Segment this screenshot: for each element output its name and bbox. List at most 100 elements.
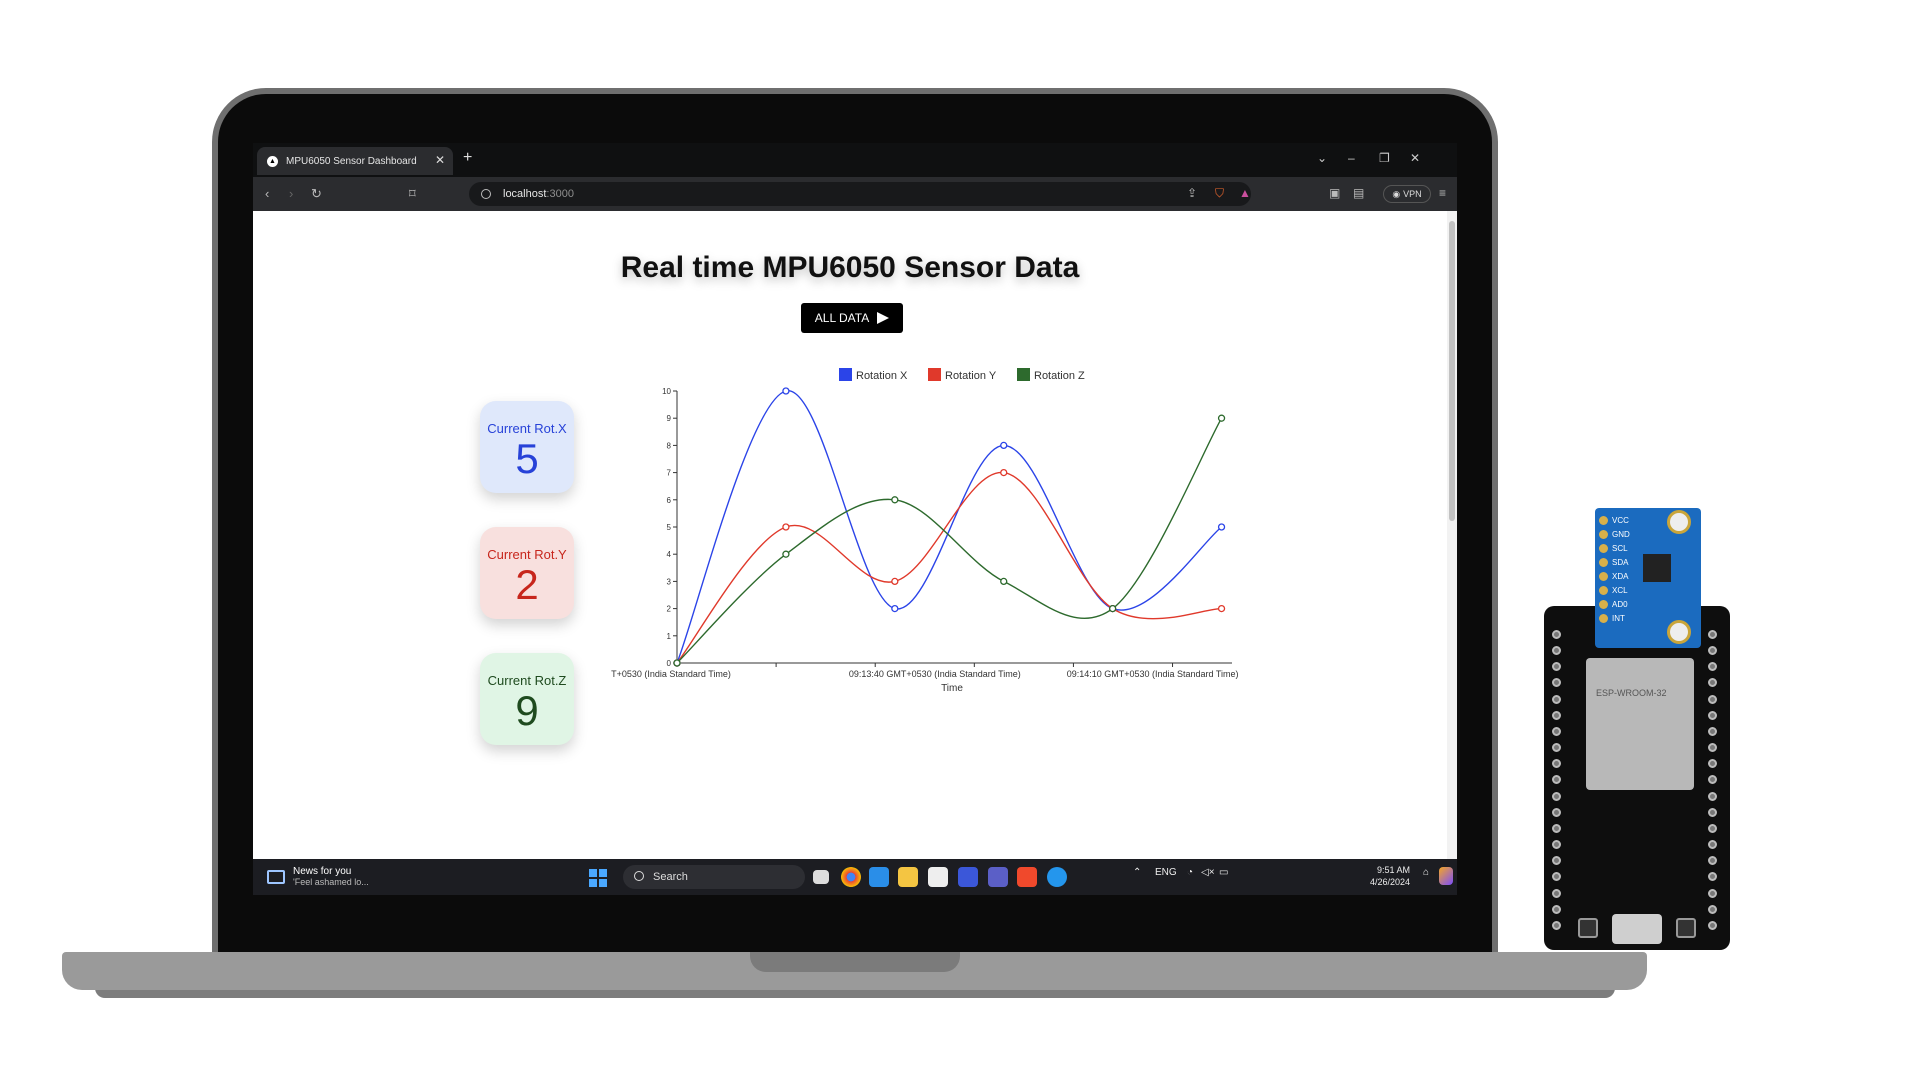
menu-icon[interactable]: ≡ — [1439, 186, 1446, 200]
y-tick-label: 5 — [667, 523, 672, 532]
restore-icon[interactable]: ❐ — [1379, 151, 1390, 165]
taskbar-clock[interactable]: 9:51 AM 4/26/2024 — [1370, 864, 1410, 888]
vpn-shield-icon: ◉ — [1392, 188, 1401, 199]
header-pin — [1552, 743, 1561, 753]
page-title: Real time MPU6050 Sensor Data — [620, 251, 1080, 284]
header-pin — [1708, 662, 1717, 672]
brave-shields-icon[interactable]: ⛉ — [1215, 186, 1224, 201]
y-tick-label: 10 — [662, 387, 671, 396]
y-tick-label: 2 — [667, 605, 672, 614]
language-indicator[interactable]: ENG — [1155, 867, 1177, 878]
browser-tab[interactable]: ▲ MPU6050 Sensor Dashboard ✕ — [257, 147, 453, 175]
legend-label: Rotation X — [856, 370, 908, 382]
battery-icon[interactable]: ▭ — [1219, 867, 1228, 878]
tab-close-icon[interactable]: ✕ — [435, 153, 445, 167]
address-bar[interactable]: localhost:3000 — [469, 182, 1251, 206]
minimize-icon[interactable]: – — [1348, 151, 1355, 165]
news-widget[interactable]: News for you 'Feel ashamed lo... — [267, 866, 369, 887]
file-explorer-icon[interactable] — [898, 867, 918, 887]
bookmark-icon[interactable]: ⌑ — [409, 186, 416, 202]
micro-usb-port — [1612, 914, 1662, 944]
header-pin — [1708, 710, 1717, 720]
scrollbar-thumb[interactable] — [1449, 221, 1455, 521]
url-port: :3000 — [546, 188, 574, 200]
close-window-icon[interactable]: ✕ — [1410, 151, 1420, 165]
mpu-chip — [1643, 554, 1671, 582]
site-info-icon[interactable] — [481, 189, 491, 199]
data-point — [1000, 441, 1008, 450]
module-label: ESP-WROOM-32 — [1596, 688, 1667, 698]
header-pin — [1552, 726, 1561, 736]
header-pin — [1552, 775, 1561, 785]
vpn-button[interactable]: ◉ VPN — [1383, 185, 1431, 203]
rotation-x-value: 5 — [515, 435, 539, 482]
reload-icon[interactable]: ↻ — [311, 186, 322, 202]
x-tick-label: 09:13:40 GMT+0530 (India Standard Time) — [849, 669, 1021, 679]
header-pin — [1708, 823, 1717, 833]
header-pin — [1708, 630, 1717, 639]
header-pin — [1552, 840, 1561, 850]
wifi-icon[interactable]: ◔ — [1187, 867, 1193, 878]
header-pin — [1552, 904, 1561, 914]
mount-hole — [1667, 620, 1691, 644]
data-point — [782, 523, 790, 531]
y-tick-label: 3 — [667, 577, 672, 586]
copilot-icon[interactable] — [1439, 867, 1453, 885]
wallet-icon[interactable]: ▤ — [1353, 186, 1364, 200]
share-icon[interactable]: ⇪ — [1187, 186, 1197, 200]
chrome-icon[interactable] — [841, 867, 861, 887]
volume-muted-icon[interactable]: ◁× — [1201, 867, 1215, 878]
rotation-x-card: Current Rot.X 5 — [480, 401, 574, 493]
en-button — [1578, 918, 1598, 938]
forward-icon[interactable]: › — [289, 186, 293, 201]
legend-label: Rotation Y — [945, 370, 997, 382]
brave-rewards-icon[interactable]: ▲ — [1239, 186, 1251, 200]
page-scrollbar[interactable] — [1447, 211, 1457, 859]
header-pin — [1708, 872, 1717, 882]
header-pin — [1708, 743, 1717, 753]
tab-search-chevron-icon[interactable]: ⌄ — [1317, 151, 1327, 165]
vscode-icon[interactable] — [869, 867, 889, 887]
back-icon[interactable]: ‹ — [265, 186, 269, 201]
legend-swatch — [1017, 368, 1030, 381]
header-pin — [1552, 759, 1561, 769]
header-pin — [1708, 759, 1717, 769]
boot-button — [1676, 918, 1696, 938]
news-subtitle: 'Feel ashamed lo... — [293, 877, 369, 887]
mpu-pin: XDA — [1599, 572, 1630, 581]
data-point — [1217, 604, 1226, 613]
rotation-y-label: Current Rot.Y — [487, 547, 567, 562]
pin-dot — [1599, 600, 1608, 609]
mpu-pin: SDA — [1599, 558, 1630, 567]
mpu-pin-label: SCL — [1612, 544, 1628, 553]
vpn-label: VPN — [1403, 189, 1422, 199]
x-tick-label: T+0530 (India Standard Time) — [611, 669, 731, 679]
teams-icon[interactable] — [988, 867, 1008, 887]
all-data-button[interactable]: ALL DATA — [801, 303, 903, 333]
mpu-pin: GND — [1599, 530, 1630, 539]
data-point — [1108, 604, 1117, 613]
sidebar-icon[interactable]: ▣ — [1329, 186, 1340, 200]
header-pin — [1708, 678, 1717, 688]
data-point — [782, 550, 790, 558]
clock-date: 4/26/2024 — [1370, 877, 1411, 887]
header-pin — [1552, 646, 1561, 656]
tray-chevron-icon[interactable]: ⌃ — [1133, 867, 1141, 878]
postman-icon[interactable] — [928, 867, 948, 887]
all-data-label: ALL DATA — [814, 311, 870, 325]
new-tab-icon[interactable]: + — [463, 149, 472, 167]
docker-icon[interactable] — [1047, 867, 1067, 887]
taskbar-search[interactable]: Search — [623, 865, 805, 889]
task-view-icon[interactable] — [813, 870, 829, 884]
brave-icon[interactable] — [1017, 867, 1037, 887]
mpu6050-board-image: VCC GND SCL SDA XDA XCL AD0 INT — [1595, 508, 1701, 648]
rotation-line-chart: 0 1 2 3 4 5 6 7 8 9 10 T+0530 (India Standard Time)… — [611, 368, 1239, 694]
photo-stage: ▲ MPU6050 Sensor Dashboard ✕ + ⌄ – ❐ ✕ ‹… — [0, 0, 1920, 1080]
data-point — [782, 387, 790, 395]
windows-start-icon[interactable] — [589, 869, 607, 887]
notifications-icon[interactable]: ⌂ — [1423, 867, 1429, 878]
rotation-z-value: 9 — [515, 687, 539, 734]
browser-tab-bar: ▲ MPU6050 Sensor Dashboard ✕ + ⌄ – ❐ ✕ — [253, 143, 1457, 177]
mpu-pin-label: XCL — [1612, 586, 1628, 595]
app-icon[interactable] — [958, 867, 978, 887]
